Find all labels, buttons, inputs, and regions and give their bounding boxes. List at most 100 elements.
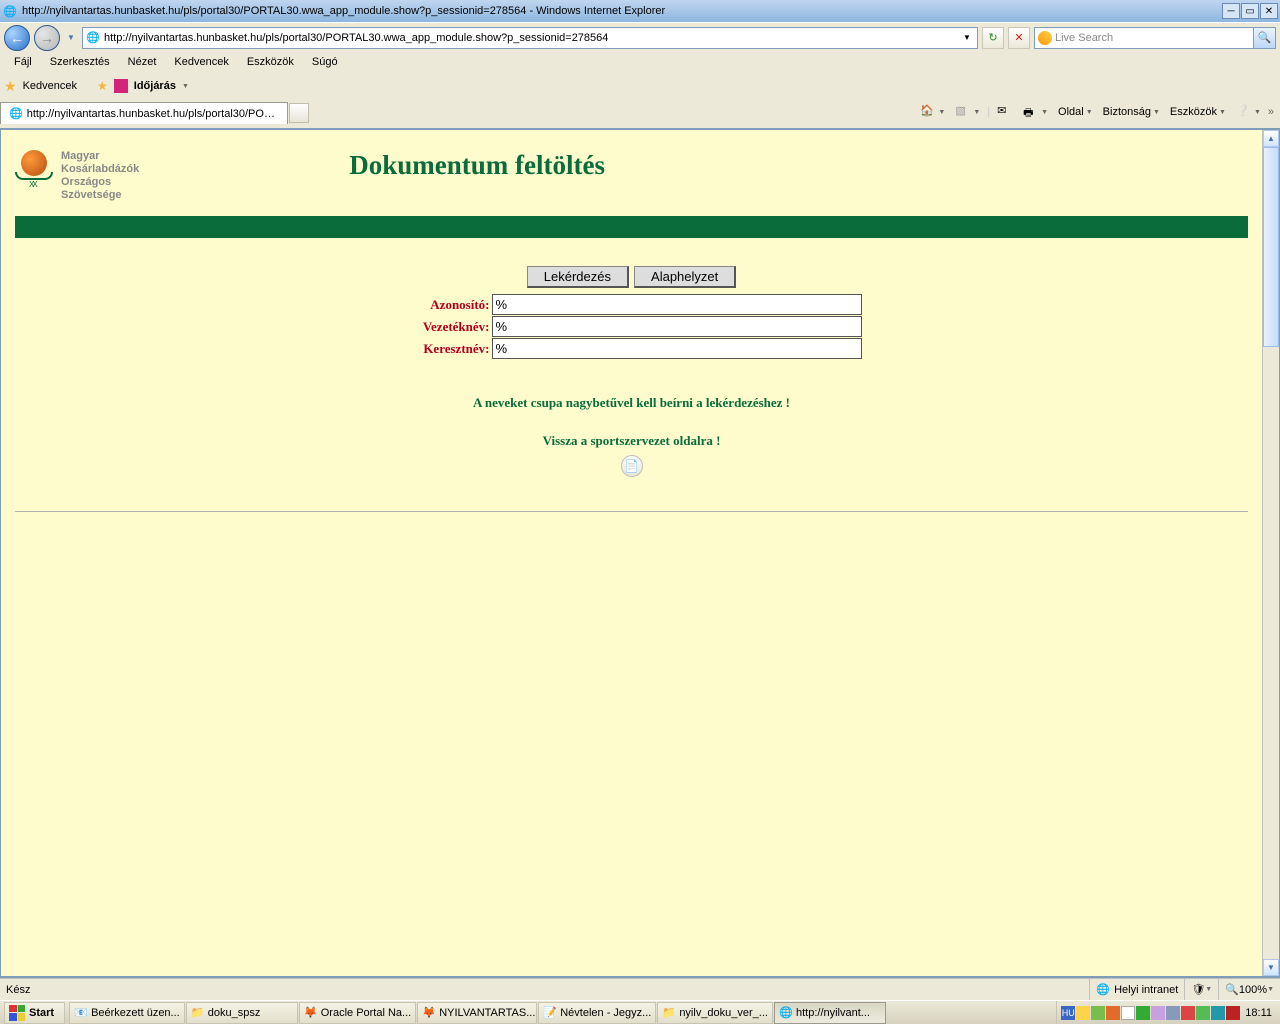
- scroll-thumb[interactable]: [1263, 147, 1279, 347]
- task-icon: 🦊: [422, 1006, 436, 1020]
- tray-icon[interactable]: [1151, 1006, 1165, 1020]
- help-icon: ❔: [1236, 104, 1252, 120]
- print-button[interactable]: 🖶▼: [1020, 102, 1051, 122]
- task-label: nyilv_doku_ver_...: [679, 1007, 768, 1019]
- tray-icon[interactable]: [1196, 1006, 1210, 1020]
- task-label: http://nyilvant...: [796, 1007, 870, 1019]
- home-button[interactable]: 🏠▼: [917, 102, 948, 122]
- search-box[interactable]: Live Search: [1034, 27, 1254, 49]
- print-icon: 🖶: [1023, 104, 1039, 120]
- start-button[interactable]: Start: [4, 1002, 65, 1024]
- page-icon: 🌐: [85, 30, 101, 46]
- safety-menu[interactable]: Biztonság▼: [1100, 104, 1163, 120]
- menu-view[interactable]: Nézet: [120, 54, 165, 70]
- command-bar: 🏠▼ ▧▼ | ✉ 🖶▼ Oldal▼ Biztonság▼ Eszközök▼…: [911, 100, 1280, 124]
- new-tab-button[interactable]: [289, 103, 309, 123]
- address-input[interactable]: [104, 32, 959, 44]
- net-icon: XX: [29, 180, 36, 189]
- tray-icon[interactable]: [1106, 1006, 1120, 1020]
- tools-menu[interactable]: Eszközök▼: [1167, 104, 1229, 120]
- scroll-up-button[interactable]: ▲: [1263, 130, 1279, 147]
- windows-icon: [9, 1005, 25, 1021]
- close-button[interactable]: ✕: [1260, 3, 1278, 19]
- label-id: Azonosító:: [402, 297, 490, 313]
- back-link[interactable]: Vissza a sportszervezet oldalra !: [15, 433, 1248, 449]
- page-title: Dokumentum feltöltés: [349, 150, 605, 181]
- menu-tools[interactable]: Eszközök: [239, 54, 302, 70]
- home-icon: 🏠: [920, 104, 936, 120]
- min-button[interactable]: ─: [1222, 3, 1240, 19]
- taskbar-task[interactable]: 📁nyilv_doku_ver_...: [657, 1002, 773, 1024]
- status-zone: 🌐Helyi intranet: [1089, 979, 1184, 1000]
- vertical-scrollbar[interactable]: ▲ ▼: [1262, 130, 1279, 976]
- add-fav-icon[interactable]: ★: [97, 79, 108, 93]
- reset-button[interactable]: Alaphelyzet: [634, 266, 736, 288]
- favorites-star-icon[interactable]: ★: [4, 78, 17, 95]
- back-button[interactable]: ←: [4, 25, 30, 51]
- org-name: MagyarKosárlabdázókOrszágosSzövetsége: [61, 150, 139, 202]
- taskbar-task[interactable]: 📧Beérkezett üzen...: [69, 1002, 185, 1024]
- restore-button[interactable]: ▭: [1241, 3, 1259, 19]
- protected-mode[interactable]: 🛡 ▼: [1184, 979, 1218, 1000]
- tab-current[interactable]: 🌐 http://nyilvantartas.hunbasket.hu/pls/…: [0, 102, 288, 124]
- taskbar-task[interactable]: 📁doku_spsz: [186, 1002, 298, 1024]
- bing-icon: [1038, 31, 1052, 45]
- taskbar-task[interactable]: 🌐http://nyilvant...: [774, 1002, 886, 1024]
- menu-file[interactable]: Fájl: [6, 54, 40, 70]
- task-label: NYILVANTARTAS...: [439, 1007, 535, 1019]
- forward-button[interactable]: →: [34, 25, 60, 51]
- menu-bar: Fájl Szerkesztés Nézet Kedvencek Eszközö…: [0, 52, 1280, 72]
- tray-icon[interactable]: [1091, 1006, 1105, 1020]
- document-icon[interactable]: 📄: [621, 455, 643, 477]
- fav-item-dropdown[interactable]: ▼: [182, 83, 189, 90]
- query-button[interactable]: Lekérdezés: [527, 266, 629, 288]
- mail-button[interactable]: ✉: [994, 102, 1016, 122]
- history-dropdown[interactable]: ▼: [64, 26, 78, 50]
- input-lastname[interactable]: [492, 316, 862, 337]
- favorites-label[interactable]: Kedvencek: [23, 80, 77, 92]
- search-go-button[interactable]: 🔍: [1254, 27, 1276, 49]
- feeds-button[interactable]: ▧▼: [952, 102, 983, 122]
- tray-icon[interactable]: [1181, 1006, 1195, 1020]
- help-button[interactable]: ❔▼: [1233, 102, 1264, 122]
- window-title: http://nyilvantartas.hunbasket.hu/pls/po…: [22, 5, 665, 17]
- stop-button[interactable]: ✕: [1008, 27, 1030, 49]
- status-bar: Kész 🌐Helyi intranet 🛡 ▼ 🔍 100% ▼: [0, 978, 1280, 1000]
- task-label: doku_spsz: [208, 1007, 261, 1019]
- status-ready: Kész: [0, 979, 36, 1000]
- lang-indicator[interactable]: HU: [1061, 1006, 1075, 1020]
- menu-edit[interactable]: Szerkesztés: [42, 54, 118, 70]
- taskbar-task[interactable]: 📝Névtelen - Jegyz...: [538, 1002, 656, 1024]
- tray-icon[interactable]: [1076, 1006, 1090, 1020]
- scroll-down-button[interactable]: ▼: [1263, 959, 1279, 976]
- address-bar[interactable]: 🌐 ▼: [82, 27, 978, 49]
- task-label: Névtelen - Jegyz...: [560, 1007, 651, 1019]
- cmd-overflow[interactable]: »: [1268, 106, 1274, 118]
- tray-icon[interactable]: [1166, 1006, 1180, 1020]
- taskbar-task[interactable]: 🦊NYILVANTARTAS...: [417, 1002, 537, 1024]
- taskbar-task[interactable]: 🦊Oracle Portal Na...: [299, 1002, 416, 1024]
- tab-bar: 🌐 http://nyilvantartas.hunbasket.hu/pls/…: [0, 100, 1280, 124]
- tab-page-icon: 🌐: [9, 107, 23, 121]
- clock[interactable]: 18:11: [1241, 1007, 1276, 1019]
- zoom-control[interactable]: 🔍 100% ▼: [1218, 979, 1280, 1000]
- separator: [15, 511, 1248, 512]
- menu-favorites[interactable]: Kedvencek: [166, 54, 236, 70]
- input-firstname[interactable]: [492, 338, 862, 359]
- input-id[interactable]: [492, 294, 862, 315]
- tray-icon[interactable]: [1211, 1006, 1225, 1020]
- address-dropdown[interactable]: ▼: [959, 33, 975, 42]
- task-icon: 🦊: [304, 1006, 318, 1020]
- globe-icon: 🌐: [1096, 983, 1110, 996]
- menu-help[interactable]: Súgó: [304, 54, 346, 70]
- label-lastname: Vezetéknév:: [402, 319, 490, 335]
- refresh-button[interactable]: ↻: [982, 27, 1004, 49]
- fav-item-weather[interactable]: Időjárás: [134, 80, 176, 92]
- hint-text: A neveket csupa nagybetűvel kell beírni …: [15, 395, 1248, 411]
- nav-toolbar: ← → ▼ 🌐 ▼ ↻ ✕ Live Search 🔍: [0, 22, 1280, 52]
- tray-icon[interactable]: [1136, 1006, 1150, 1020]
- search-form: Lekérdezés Alaphelyzet Azonosító: Vezeté…: [402, 266, 862, 359]
- tray-icon[interactable]: [1226, 1006, 1240, 1020]
- page-menu[interactable]: Oldal▼: [1055, 104, 1096, 120]
- tray-icon[interactable]: [1121, 1006, 1135, 1020]
